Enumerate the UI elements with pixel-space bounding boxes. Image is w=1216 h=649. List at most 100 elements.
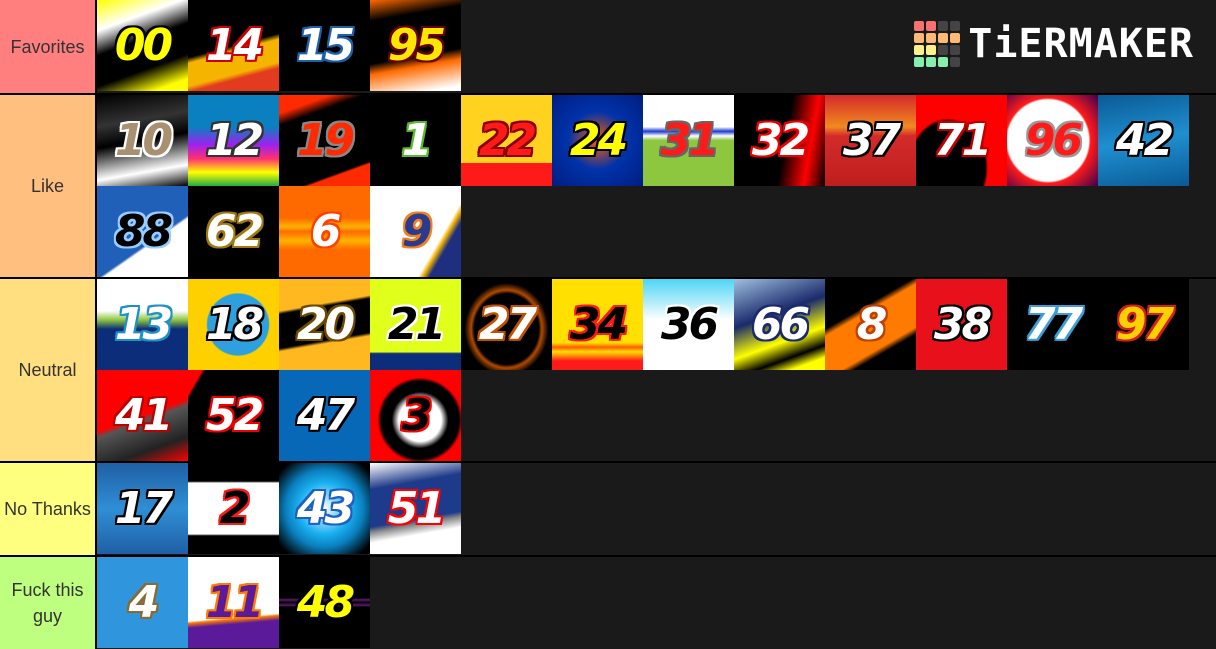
car-number: 18 <box>205 298 264 350</box>
tier-item-car-10[interactable]: 10 <box>97 95 188 186</box>
logo-grid-square <box>938 45 949 55</box>
car-number: 36 <box>660 298 719 350</box>
logo-grid-square <box>938 33 949 43</box>
tier-item-car-34[interactable]: 34 <box>552 279 643 370</box>
tier-item-car-96[interactable]: 96 <box>1007 95 1098 186</box>
car-number: 10 <box>114 114 173 166</box>
tier-item-car-6[interactable]: 6 <box>279 186 370 277</box>
tier-item-car-3[interactable]: 3 <box>370 370 461 461</box>
car-number: 4 <box>128 576 160 628</box>
tier-item-car-95[interactable]: 95 <box>370 0 461 91</box>
logo-grid-square <box>914 21 925 31</box>
tier-item-car-12[interactable]: 12 <box>188 95 279 186</box>
car-number: 27 <box>478 298 537 350</box>
tier-item-car-36[interactable]: 36 <box>643 279 734 370</box>
tier-item-car-9[interactable]: 9 <box>370 186 461 277</box>
tiermaker-logo-text: TiERMAKER <box>968 21 1194 67</box>
tier-item-car-17[interactable]: 17 <box>97 463 188 554</box>
tier-item-car-37[interactable]: 37 <box>825 95 916 186</box>
tier-item-car-4[interactable]: 4 <box>97 557 188 648</box>
tier-item-car-41[interactable]: 41 <box>97 370 188 461</box>
logo-grid-square <box>926 57 937 67</box>
logo-grid-square <box>938 21 949 31</box>
logo-grid-square <box>938 57 949 67</box>
tier-item-car-20[interactable]: 20 <box>279 279 370 370</box>
tier-item-car-31[interactable]: 31 <box>643 95 734 186</box>
logo-grid-square <box>950 21 961 31</box>
car-number: 66 <box>751 298 810 350</box>
car-number: 51 <box>387 482 446 534</box>
tier-item-car-8[interactable]: 8 <box>825 279 916 370</box>
car-number: 95 <box>387 19 446 71</box>
tier-label[interactable]: No Thanks <box>0 463 97 555</box>
car-number: 43 <box>296 482 355 534</box>
tier-items[interactable]: 17 2 43 51 <box>97 463 1216 555</box>
tier-row-neutral: Neutral 13 18 20 21 27 34 36 66 8 38 77 97 41 52 47 3 <box>0 279 1216 461</box>
logo-grid-square <box>914 33 925 43</box>
car-number: 00 <box>114 19 173 71</box>
tier-label[interactable]: Like <box>0 95 97 277</box>
tier-item-car-18[interactable]: 18 <box>188 279 279 370</box>
tier-item-car-24[interactable]: 24 <box>552 95 643 186</box>
tier-items[interactable]: 4 11 48 <box>97 557 1216 649</box>
tier-item-car-71[interactable]: 71 <box>916 95 1007 186</box>
tier-item-car-48[interactable]: 48 <box>279 557 370 648</box>
car-number: 9 <box>401 205 433 257</box>
car-number: 62 <box>205 205 264 257</box>
tier-item-car-43[interactable]: 43 <box>279 463 370 554</box>
tier-item-car-97[interactable]: 97 <box>1098 279 1189 370</box>
car-number: 34 <box>569 298 628 350</box>
car-number: 11 <box>205 576 264 628</box>
tier-item-car-1[interactable]: 1 <box>370 95 461 186</box>
tier-item-car-77[interactable]: 77 <box>1007 279 1098 370</box>
car-number: 41 <box>114 389 173 441</box>
car-number: 19 <box>296 114 355 166</box>
car-number: 42 <box>1115 114 1174 166</box>
tier-item-car-32[interactable]: 32 <box>734 95 825 186</box>
car-number: 3 <box>401 389 433 441</box>
tier-item-car-2[interactable]: 2 <box>188 463 279 554</box>
logo-grid-square <box>950 57 961 67</box>
car-number: 48 <box>296 576 355 628</box>
tier-item-car-51[interactable]: 51 <box>370 463 461 554</box>
tier-item-car-38[interactable]: 38 <box>916 279 1007 370</box>
tier-item-car-21[interactable]: 21 <box>370 279 461 370</box>
tier-items[interactable]: 10 12 19 1 22 24 31 32 37 71 96 42 88 62 6 9 <box>97 95 1216 277</box>
tier-label[interactable]: Favorites <box>0 0 97 93</box>
car-number: 24 <box>569 114 628 166</box>
tier-item-car-47[interactable]: 47 <box>279 370 370 461</box>
car-number: 77 <box>1024 298 1083 350</box>
car-number: 15 <box>296 19 355 71</box>
tier-item-car-14[interactable]: 14 <box>188 0 279 91</box>
car-number: 20 <box>296 298 355 350</box>
tier-row-fuck-this-guy: Fuck this guy 4 11 48 <box>0 557 1216 649</box>
car-number: 97 <box>1115 298 1174 350</box>
car-number: 32 <box>751 114 810 166</box>
car-number: 14 <box>205 19 264 71</box>
tiermaker-logo[interactable]: TiERMAKER <box>914 21 1194 67</box>
car-number: 37 <box>842 114 901 166</box>
tier-label[interactable]: Fuck this guy <box>0 557 97 649</box>
logo-grid-square <box>926 33 937 43</box>
tier-item-car-42[interactable]: 42 <box>1098 95 1189 186</box>
tier-item-car-88[interactable]: 88 <box>97 186 188 277</box>
tier-items[interactable]: 13 18 20 21 27 34 36 66 8 38 77 97 41 52 47 3 <box>97 279 1216 461</box>
tier-item-car-27[interactable]: 27 <box>461 279 552 370</box>
tier-item-car-19[interactable]: 19 <box>279 95 370 186</box>
tier-item-car-15[interactable]: 15 <box>279 0 370 91</box>
car-number: 47 <box>296 389 355 441</box>
tier-item-car-13[interactable]: 13 <box>97 279 188 370</box>
tier-label[interactable]: Neutral <box>0 279 97 461</box>
logo-grid-square <box>914 45 925 55</box>
car-number: 38 <box>933 298 992 350</box>
car-number: 22 <box>478 114 537 166</box>
tier-item-car-22[interactable]: 22 <box>461 95 552 186</box>
tier-item-car-62[interactable]: 62 <box>188 186 279 277</box>
logo-grid-square <box>926 45 937 55</box>
tier-item-car-00[interactable]: 00 <box>97 0 188 91</box>
car-number: 52 <box>205 389 264 441</box>
tier-item-car-52[interactable]: 52 <box>188 370 279 461</box>
tiermaker-logo-icon <box>914 21 961 67</box>
tier-item-car-11[interactable]: 11 <box>188 557 279 648</box>
tier-item-car-66[interactable]: 66 <box>734 279 825 370</box>
